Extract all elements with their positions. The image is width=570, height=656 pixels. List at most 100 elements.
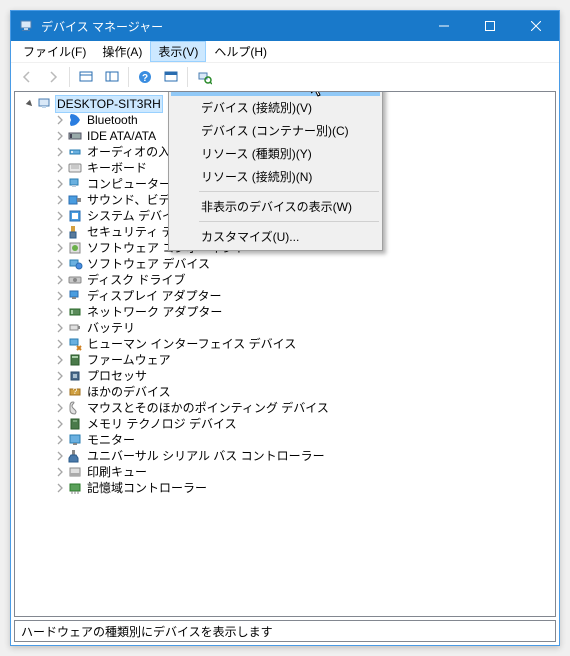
tree-item-label[interactable]: メモリ テクノロジ デバイス	[85, 416, 239, 432]
device-icon	[67, 112, 83, 128]
back-button[interactable]	[15, 65, 39, 89]
menu-show-hidden[interactable]: 非表示のデバイスの表示(W)	[171, 195, 380, 218]
tree-item[interactable]: ヒューマン インターフェイス デバイス	[37, 336, 553, 352]
tree-item-label[interactable]: プロセッサ	[85, 368, 149, 384]
scan-button[interactable]	[192, 65, 216, 89]
expand-icon[interactable]	[53, 241, 67, 255]
window-title: デバイス マネージャー	[41, 18, 421, 35]
tree-item[interactable]: 記憶域コントローラー	[37, 480, 553, 496]
tree-item[interactable]: マウスとそのほかのポインティング デバイス	[37, 400, 553, 416]
menu-devices-by-container[interactable]: デバイス (コンテナー別)(C)	[171, 119, 380, 142]
tree-item[interactable]: ユニバーサル シリアル バス コントローラー	[37, 448, 553, 464]
tree-item[interactable]: 印刷キュー	[37, 464, 553, 480]
expand-icon[interactable]	[53, 481, 67, 495]
tree-item-label[interactable]: ディスプレイ アダプター	[85, 288, 224, 304]
tree-item-label[interactable]: ほかのデバイス	[85, 384, 173, 400]
menu-action[interactable]: 操作(A)	[94, 41, 150, 62]
expand-icon[interactable]	[53, 353, 67, 367]
tree-item-label[interactable]: IDE ATA/ATA	[85, 128, 158, 144]
tree-item[interactable]: ディスク ドライブ	[37, 272, 553, 288]
expand-icon[interactable]	[53, 305, 67, 319]
tree-item-label[interactable]: コンピューター	[85, 176, 173, 192]
tree-item[interactable]: ソフトウェア デバイス	[37, 256, 553, 272]
tree-item[interactable]: ディスプレイ アダプター	[37, 288, 553, 304]
tree-item[interactable]: モニター	[37, 432, 553, 448]
tree-item-label[interactable]: システム デバイ	[85, 208, 176, 224]
tree-item-label[interactable]: 記憶域コントローラー	[85, 480, 209, 496]
statusbar-text: ハードウェアの種類別にデバイスを表示します	[21, 623, 273, 640]
tree-item-label[interactable]: ファームウェア	[85, 352, 173, 368]
tree-item-label[interactable]: モニター	[85, 432, 137, 448]
tree-item[interactable]: メモリ テクノロジ デバイス	[37, 416, 553, 432]
expand-icon[interactable]	[53, 177, 67, 191]
tree-item-label[interactable]: ソフトウェア デバイス	[85, 256, 212, 272]
collapse-icon[interactable]	[23, 97, 37, 111]
device-icon	[67, 288, 83, 304]
device-icon	[67, 368, 83, 384]
device-icon	[67, 192, 83, 208]
tree-item-label[interactable]: Bluetooth	[85, 112, 140, 128]
titlebar[interactable]: デバイス マネージャー	[11, 11, 559, 41]
device-icon	[67, 416, 83, 432]
minimize-button[interactable]	[421, 11, 467, 41]
device-icon	[67, 224, 83, 240]
expand-icon[interactable]	[53, 417, 67, 431]
menu-resources-by-connection[interactable]: リソース (接続別)(N)	[171, 165, 380, 188]
expand-icon[interactable]	[53, 449, 67, 463]
help-button[interactable]: ?	[133, 65, 157, 89]
menu-customize[interactable]: カスタマイズ(U)...	[171, 225, 380, 248]
device-icon	[67, 432, 83, 448]
expand-icon[interactable]	[53, 273, 67, 287]
computer-icon	[37, 96, 53, 112]
expand-icon[interactable]	[53, 161, 67, 175]
expand-icon[interactable]	[53, 369, 67, 383]
statusbar: ハードウェアの種類別にデバイスを表示します	[14, 620, 556, 642]
expand-icon[interactable]	[53, 129, 67, 143]
toolbar-btn-2[interactable]	[100, 65, 124, 89]
expand-icon[interactable]	[53, 337, 67, 351]
tree-item-label[interactable]: オーディオの入	[85, 144, 172, 160]
tree-item[interactable]: プロセッサ	[37, 368, 553, 384]
maximize-button[interactable]	[467, 11, 513, 41]
tree-item[interactable]: ? ほかのデバイス	[37, 384, 553, 400]
close-button[interactable]	[513, 11, 559, 41]
expand-icon[interactable]	[53, 321, 67, 335]
device-icon	[67, 320, 83, 336]
tree-item-label[interactable]: バッテリ	[85, 320, 137, 336]
menu-help[interactable]: ヘルプ(H)	[206, 41, 275, 62]
expand-icon[interactable]	[53, 385, 67, 399]
menu-devices-by-connection[interactable]: デバイス (接続別)(V)	[171, 96, 380, 119]
tree-item-label[interactable]: ヒューマン インターフェイス デバイス	[85, 336, 298, 352]
menu-file[interactable]: ファイル(F)	[15, 41, 94, 62]
device-icon: ?	[67, 384, 83, 400]
expand-icon[interactable]	[53, 433, 67, 447]
tree-item-label[interactable]: マウスとそのほかのポインティング デバイス	[85, 400, 331, 416]
menu-view[interactable]: 表示(V)	[150, 41, 206, 62]
tree-item-label[interactable]: ユニバーサル シリアル バス コントローラー	[85, 448, 327, 464]
expand-icon[interactable]	[53, 225, 67, 239]
forward-button[interactable]	[41, 65, 65, 89]
root-label[interactable]: DESKTOP-SIT3RH	[55, 95, 163, 113]
expand-icon[interactable]	[53, 257, 67, 271]
expand-icon[interactable]	[53, 113, 67, 127]
expand-icon[interactable]	[53, 401, 67, 415]
tree-item-label[interactable]: ディスク ドライブ	[85, 272, 188, 288]
tree-item[interactable]: バッテリ	[37, 320, 553, 336]
toolbar-btn-1[interactable]	[74, 65, 98, 89]
toolbar-btn-4[interactable]	[159, 65, 183, 89]
tree-item-label[interactable]: キーボード	[85, 160, 149, 176]
expand-icon[interactable]	[53, 465, 67, 479]
expand-icon[interactable]	[53, 193, 67, 207]
device-icon	[67, 256, 83, 272]
svg-text:?: ?	[73, 387, 78, 396]
tree-item-label[interactable]: 印刷キュー	[85, 464, 149, 480]
expand-icon[interactable]	[53, 209, 67, 223]
device-icon	[67, 240, 83, 256]
menu-resources-by-type[interactable]: リソース (種類別)(Y)	[171, 142, 380, 165]
expand-icon[interactable]	[53, 289, 67, 303]
separator	[69, 67, 70, 87]
tree-item-label[interactable]: ネットワーク アダプター	[85, 304, 224, 320]
expand-icon[interactable]	[53, 145, 67, 159]
tree-item[interactable]: ネットワーク アダプター	[37, 304, 553, 320]
tree-item[interactable]: ファームウェア	[37, 352, 553, 368]
